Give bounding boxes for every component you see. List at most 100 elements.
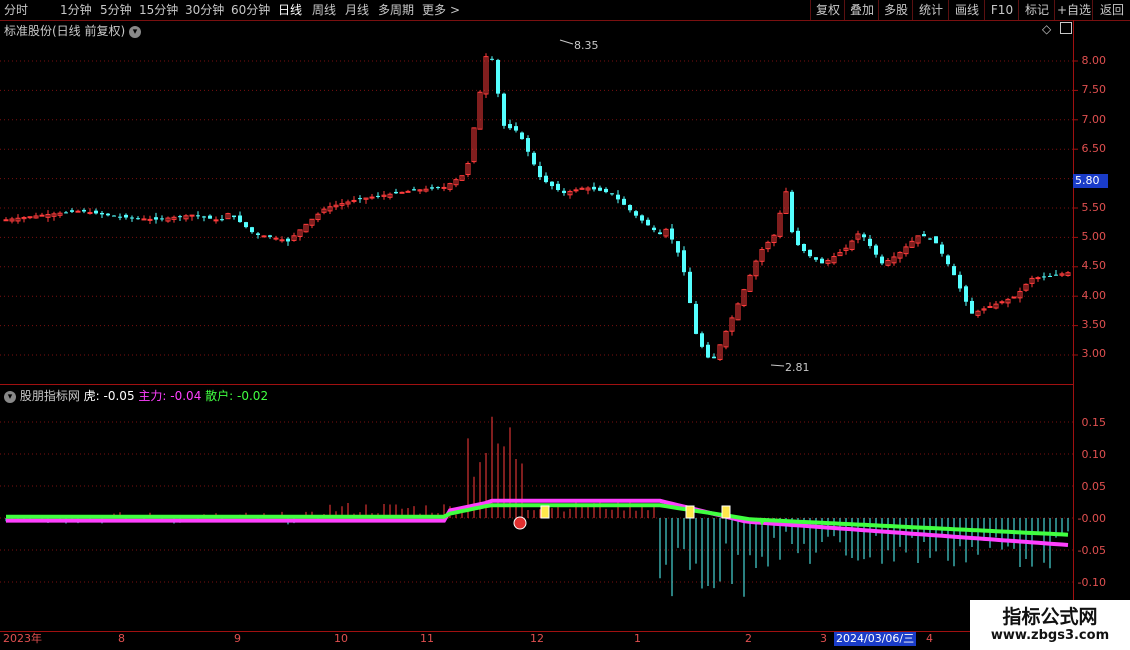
candle-body-down	[952, 266, 956, 276]
candle-body-up	[39, 214, 45, 217]
candle-body-down	[628, 204, 632, 211]
candle-body-down	[604, 188, 608, 193]
price-tick: 5.00	[1081, 230, 1107, 243]
candle-body-down	[646, 219, 650, 226]
candle-body-down	[238, 215, 242, 223]
time-tick: 4	[926, 632, 933, 645]
candle-body-down	[358, 198, 362, 200]
price-tick: 3.00	[1081, 347, 1107, 360]
low-pointer	[770, 364, 785, 367]
price-tick: 7.50	[1081, 83, 1107, 96]
candle-body-down	[496, 59, 500, 94]
time-tick: 11	[420, 632, 434, 645]
time-tick: 2023年	[3, 632, 42, 645]
price-tick: 7.00	[1081, 113, 1107, 126]
candle-body-up	[999, 301, 1005, 304]
indicator-tick: 0.15	[1081, 416, 1107, 429]
indicator-tick: -0.10	[1077, 576, 1106, 589]
stock-title: 标准股份(日线 前复权)	[4, 24, 126, 38]
window-toggle-icon[interactable]	[1060, 22, 1072, 34]
kline-chart-canvas[interactable]	[0, 0, 1130, 650]
chevron-down-icon[interactable]: ▾	[4, 390, 16, 403]
candle-body-down	[592, 186, 596, 190]
candle-body-down	[622, 198, 626, 205]
candle-body-down	[706, 344, 710, 358]
candle-body-up	[75, 210, 81, 213]
candle-body-down	[106, 213, 110, 216]
candle-body-down	[676, 241, 680, 253]
candle-body-up	[405, 190, 411, 193]
signal-marker	[685, 505, 695, 519]
low-price-label: 2.81	[785, 361, 810, 374]
candle-body-down	[394, 191, 398, 194]
candle-body-down	[244, 222, 248, 228]
candle-body-down	[694, 303, 698, 334]
candle-body-down	[958, 274, 962, 289]
candle-body-down	[250, 227, 254, 233]
candle-body-down	[64, 212, 68, 214]
candle-body-down	[94, 210, 98, 214]
candle-body-down	[526, 138, 530, 152]
price-tick: 3.50	[1081, 318, 1107, 331]
candle-body-down	[268, 235, 272, 237]
candle-body-up	[3, 219, 9, 222]
candle-body-up	[261, 235, 267, 238]
signal-marker	[721, 505, 731, 519]
candle-body-down	[412, 189, 416, 191]
candle-body-down	[550, 181, 554, 187]
time-tick: 2	[745, 632, 752, 645]
candle-body-up	[573, 189, 579, 192]
diamond-icon[interactable]: ◇	[1042, 22, 1051, 36]
candle-body-up	[189, 214, 195, 217]
candle-body-down	[970, 300, 974, 314]
candle-body-down	[616, 194, 620, 200]
indicator-tick: -0.00	[1077, 512, 1106, 525]
candle-body-down	[634, 211, 638, 216]
candle-body-down	[928, 238, 932, 240]
candle-body-down	[658, 232, 662, 235]
candle-body-down	[538, 166, 542, 178]
candle-body-down	[808, 249, 812, 257]
candle-body-down	[652, 227, 656, 231]
candle-body-down	[814, 257, 818, 260]
price-tick: 4.50	[1081, 259, 1107, 272]
candle-body-down	[508, 124, 512, 129]
candle-body-down	[934, 236, 938, 244]
time-tick: 1	[634, 632, 641, 645]
price-tick: 6.50	[1081, 142, 1107, 155]
price-tick: 8.00	[1081, 54, 1107, 67]
candle-body-down	[790, 191, 794, 233]
watermark-title: 指标公式网	[1002, 606, 1098, 628]
candle-body-down	[130, 217, 134, 219]
candle-body-up	[141, 218, 147, 221]
candle-body-down	[598, 187, 602, 191]
signal-marker	[540, 505, 550, 519]
candle-body-down	[532, 152, 536, 165]
candle-body-down	[946, 255, 950, 265]
cursor-date-badge: 2024/03/06/三	[834, 632, 917, 646]
price-tick: 5.50	[1081, 201, 1107, 214]
candle-body-down	[154, 217, 158, 220]
candle-body-down	[502, 93, 506, 126]
candle-body-down	[868, 238, 872, 246]
watermark: 指标公式网 www.zbgs3.com	[970, 600, 1130, 650]
candle-body-down	[256, 233, 260, 235]
candle-body-down	[610, 193, 614, 195]
high-price-label: 8.35	[574, 39, 599, 52]
high-pointer	[559, 39, 574, 45]
candle-body-down	[640, 215, 644, 221]
candle-body-up	[987, 305, 993, 308]
watermark-url: www.zbgs3.com	[990, 628, 1110, 643]
candle-body-down	[112, 215, 116, 217]
candle-body-down	[922, 234, 926, 237]
candle-body-down	[136, 218, 140, 220]
time-tick: 8	[118, 632, 125, 645]
candle-body-up	[27, 216, 33, 219]
time-tick: 3	[820, 632, 827, 645]
buy-signal-marker	[513, 516, 527, 530]
main-force-value: 主力: -0.04	[138, 389, 202, 403]
indicator-name: 股朋指标网	[19, 389, 80, 403]
candle-body-down	[490, 58, 494, 60]
candle-body-down	[208, 215, 212, 219]
chevron-down-icon[interactable]: ▾	[129, 25, 142, 38]
